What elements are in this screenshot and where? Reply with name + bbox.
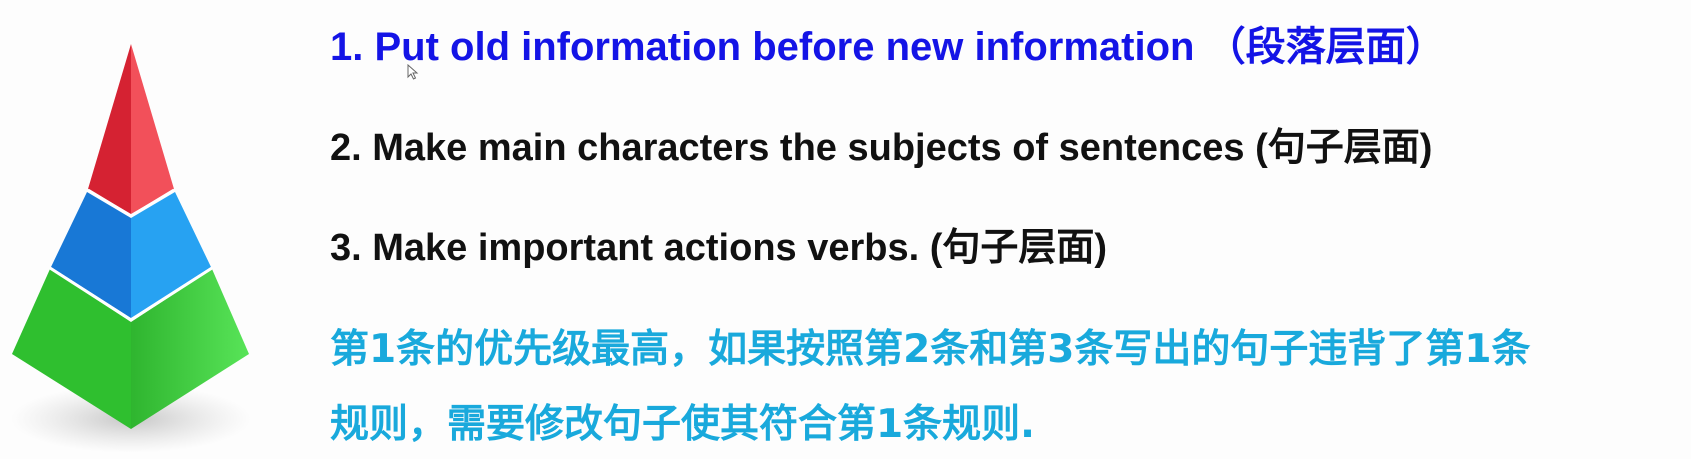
rule-2-text: 2. Make main characters the subjects of … <box>330 127 1433 169</box>
priority-note-line-1: 第1条的优先级最高，如果按照第2条和第3条写出的句子违背了第1条 <box>330 327 1531 372</box>
priority-note-line-2: 规则，需要修改句子使其符合第1条规则. <box>330 402 1035 447</box>
rule-3-text: 3. Make important actions verbs. (句子层面) <box>330 227 1108 269</box>
pyramid-illustration <box>11 44 251 453</box>
pyramid-top-tier-right <box>131 44 174 214</box>
rule-1-heading: 1. Put old information before new inform… <box>330 25 1446 69</box>
pyramid-top-tier-left <box>88 44 131 214</box>
mouse-pointer-icon <box>407 64 419 80</box>
slide: 1. Put old information before new inform… <box>0 0 1691 459</box>
